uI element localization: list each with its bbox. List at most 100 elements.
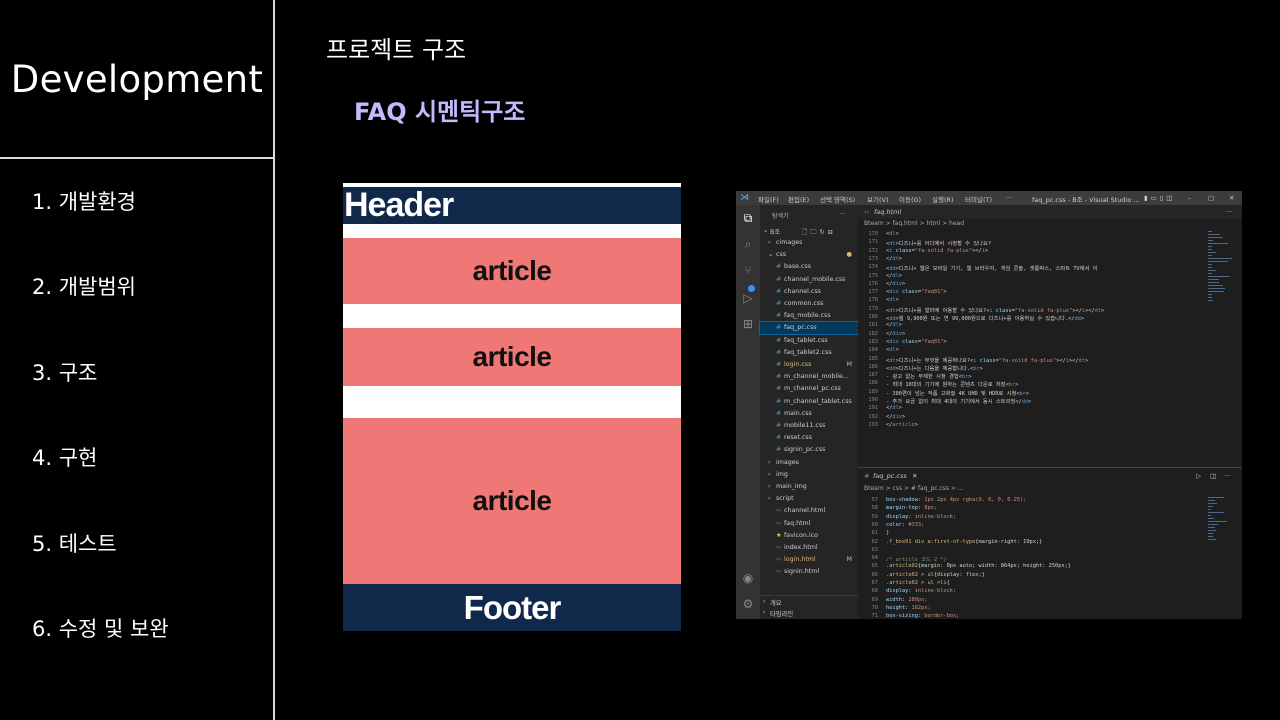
file-tree-item[interactable]: ★ favicon.ico <box>760 530 858 542</box>
run-debug-icon[interactable]: ▷ <box>736 291 760 305</box>
file-tree-item[interactable]: # faq_pc.css <box>759 321 859 336</box>
diagram-header-label: Header <box>344 186 454 224</box>
minimap-line <box>1208 536 1214 538</box>
breadcrumb-top[interactable]: Bteam > faq.html > html > head <box>864 220 964 227</box>
file-tree-item[interactable]: › img <box>760 469 858 481</box>
diagram-footer-label: Footer <box>463 588 562 626</box>
search-icon[interactable]: ⌕ <box>736 237 760 252</box>
file-tree-item[interactable]: ‹› index.html <box>760 542 858 554</box>
nav-item-structure[interactable]: 3. 구조 <box>32 357 97 387</box>
file-tree-label: index.html <box>784 544 818 551</box>
minimap-bottom[interactable] <box>1208 497 1236 607</box>
menu-more[interactable]: ··· <box>1006 194 1012 202</box>
file-tree-item[interactable]: # reset.css <box>760 432 858 444</box>
file-tree-item[interactable]: # mobile11.css <box>760 420 858 432</box>
explorer-actions-icons[interactable]: 🗋🗀↻⊟ <box>802 227 836 237</box>
file-tree-label: faq_tablet.css <box>784 336 828 344</box>
menu-view[interactable]: 보기(V) <box>867 194 888 204</box>
file-tree-item[interactable]: # faq_mobile.css <box>760 310 858 322</box>
editor-more-icon[interactable]: ··· <box>1226 208 1232 216</box>
settings-gear-icon[interactable]: ⚙ <box>736 597 760 611</box>
file-tree-item[interactable]: # channel_mobile.css <box>760 274 858 286</box>
minimap-top[interactable] <box>1208 231 1236 431</box>
minimap-line <box>1208 276 1231 278</box>
line-number: 193 <box>868 421 878 428</box>
nav-item-dev-environment[interactable]: 1. 개발환경 <box>32 186 136 216</box>
minimap-line <box>1208 497 1224 499</box>
menu-edit[interactable]: 편집(E) <box>788 194 809 204</box>
file-tree-item[interactable]: # login.css M <box>760 359 858 371</box>
file-tree-item[interactable]: # main.css <box>760 408 858 420</box>
split-editor-icon[interactable]: ◫ <box>1210 472 1216 480</box>
code-view-top[interactable]: 170 <dl> 171 <dt>디즈니+를 어디에서 시청할 수 있나요? 172… <box>858 231 1198 467</box>
minimap-line <box>1208 288 1225 290</box>
file-tree-item[interactable]: # base.css <box>760 261 858 273</box>
file-tree-label: faq_pc.css <box>784 324 817 332</box>
file-tree-item[interactable]: # faq_tablet2.css <box>760 347 858 359</box>
chevron-down-icon: ⌄ <box>768 251 774 259</box>
outline-section[interactable]: › 개요 <box>760 595 858 607</box>
editor-split-divider[interactable] <box>858 467 1242 468</box>
file-tree-item[interactable]: › main_img <box>760 481 858 493</box>
maximize-icon[interactable]: ▢ <box>1208 194 1214 202</box>
line-number: 65 <box>871 563 878 570</box>
line-text: display: inline-block; <box>886 588 957 595</box>
extensions-icon[interactable]: ⊞ <box>736 317 760 331</box>
account-icon[interactable]: ◉ <box>736 571 760 585</box>
line-text: <dt>디즈니+는 무엇을 제공하나요?<i class="fa-solid f… <box>886 357 1089 364</box>
file-tree-item[interactable]: # m_channel_pc.css <box>760 383 858 395</box>
menu-file[interactable]: 파일(F) <box>758 194 779 204</box>
brand-title-box: Development <box>0 0 274 158</box>
nav-item-test[interactable]: 5. 테스트 <box>32 528 117 558</box>
line-number: 181 <box>868 322 878 329</box>
file-tree-item[interactable]: ‹› faq.html <box>760 518 858 530</box>
divider-horizontal <box>0 157 274 159</box>
explorer-icon[interactable]: ⧉ <box>736 211 760 226</box>
file-tree-label: images <box>776 458 799 466</box>
diagram-article-label: article <box>472 255 553 286</box>
file-tree-item[interactable]: ‹› signin.html <box>760 566 858 578</box>
tab-close-icon[interactable]: ✕ <box>912 472 917 480</box>
nav-item-revision[interactable]: 6. 수정 및 보완 <box>32 613 169 643</box>
explorer-root[interactable]: ⌄ B조 🗋🗀↻⊟ <box>760 225 858 237</box>
tab-faq-pc-css[interactable]: faq_pc.css <box>873 472 907 480</box>
code-view-bottom[interactable]: 57 box-shadow: 1px 2px 4px rgba(0, 0, 0,… <box>858 497 1198 619</box>
breadcrumb-bottom[interactable]: Bteam > css > # faq_pc.css > ... <box>864 485 964 492</box>
nav-item-dev-scope[interactable]: 2. 개발범위 <box>32 271 136 301</box>
file-tree-item[interactable]: › images <box>760 457 858 469</box>
file-tree-item[interactable]: › script <box>760 493 858 505</box>
minimap-line <box>1208 506 1214 508</box>
editor-more-icon[interactable]: ··· <box>1224 472 1230 480</box>
file-tree-item[interactable]: # channel.css <box>760 286 858 298</box>
nav-item-implementation[interactable]: 4. 구현 <box>32 442 97 472</box>
file-tree-item[interactable]: # faq_tablet.css <box>760 335 858 347</box>
menu-run[interactable]: 실행(R) <box>932 194 954 204</box>
file-tree-item[interactable]: # signin_pc.css <box>760 444 858 456</box>
line-text: </dl> <box>886 322 902 329</box>
minimize-icon[interactable]: – <box>1188 194 1191 202</box>
menu-selection[interactable]: 선택 영역(S) <box>820 194 855 204</box>
line-text: </article> <box>886 421 918 428</box>
file-tree-item[interactable]: ⌄ css ● <box>760 249 858 261</box>
menu-go[interactable]: 이동(G) <box>899 194 921 204</box>
source-control-icon[interactable]: ⑂ <box>736 263 760 277</box>
explorer-more-icon[interactable]: ··· <box>840 211 846 218</box>
file-tree-item[interactable]: # m_channel_tablet.css <box>760 396 858 408</box>
tab-faq-html[interactable]: faq.html <box>874 208 901 216</box>
file-tree-item[interactable]: # common.css <box>760 298 858 310</box>
css-file-icon: # <box>776 361 782 368</box>
file-tree-item[interactable]: # m_channel_mobile... <box>760 371 858 383</box>
css-file-icon: # <box>776 263 782 271</box>
layout-toggle-icons[interactable]: ▮▭▯◫ <box>1144 194 1175 202</box>
minimap-line <box>1208 231 1212 233</box>
file-tree-item[interactable]: ‹› login.html M <box>760 554 858 566</box>
close-icon[interactable]: ✕ <box>1229 194 1234 202</box>
file-tree-label: channel.html <box>784 507 826 515</box>
timeline-section[interactable]: › 타임라인 <box>760 607 858 619</box>
line-number: 189 <box>868 388 878 395</box>
menu-terminal[interactable]: 터미널(T) <box>965 194 992 204</box>
file-tree-item[interactable]: › cimages <box>760 237 858 249</box>
line-number: 70 <box>871 604 878 611</box>
file-tree-item[interactable]: ‹› channel.html <box>760 505 858 517</box>
run-icon[interactable]: ▷ <box>1196 472 1201 480</box>
